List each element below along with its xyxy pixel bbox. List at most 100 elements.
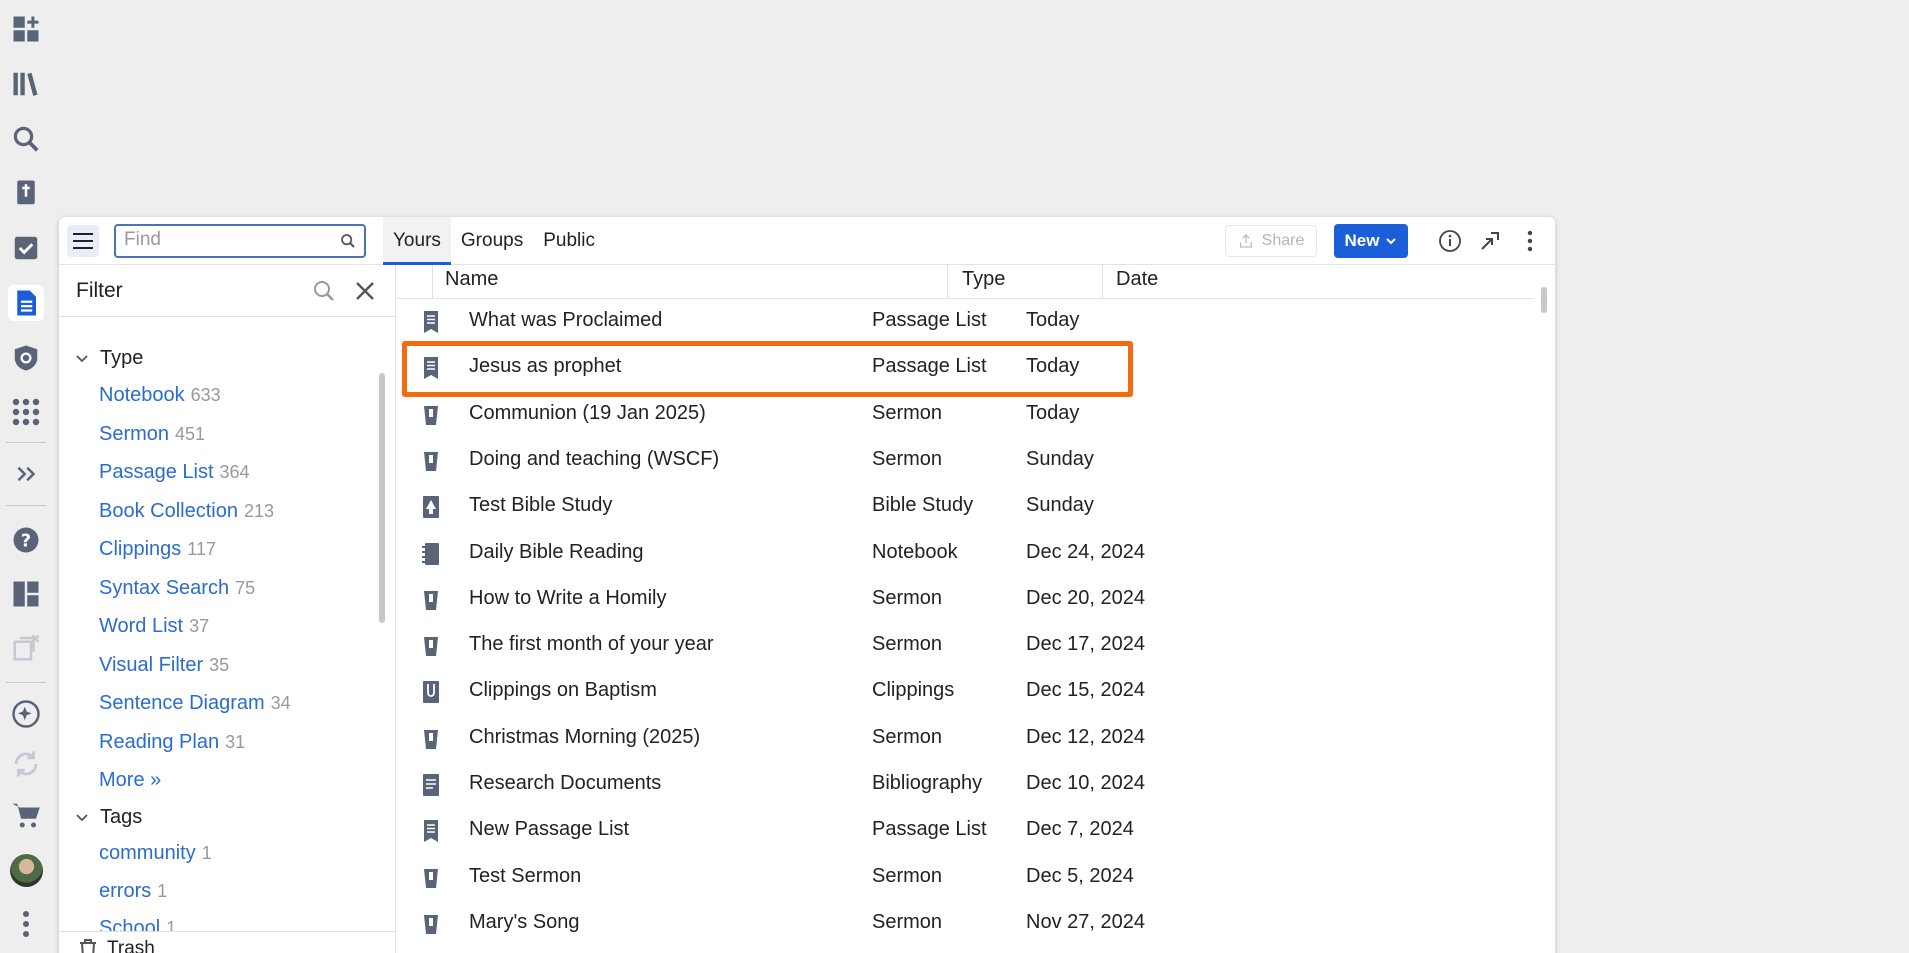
passage-list-icon xyxy=(424,311,438,333)
filter-item-label: Passage List xyxy=(99,461,214,483)
filter-footer: Trash xyxy=(59,931,395,953)
close-icon[interactable] xyxy=(353,279,377,303)
table-row[interactable]: The first month of your year Sermon Dec 17… xyxy=(397,623,1534,669)
filter-item-visual-filter[interactable]: Visual Filter 35 xyxy=(99,654,229,677)
filter-item-reading-plan[interactable]: Reading Plan 31 xyxy=(99,731,245,754)
avatar[interactable] xyxy=(10,854,43,887)
column-date-header[interactable]: Date xyxy=(1116,268,1158,291)
send-to-icon[interactable] xyxy=(1475,226,1505,256)
library-icon[interactable] xyxy=(8,66,44,102)
filter-item-label: Visual Filter xyxy=(99,654,204,676)
row-date: Today xyxy=(1026,401,1080,424)
list-scrollbar[interactable] xyxy=(1541,287,1547,313)
row-type: Sermon xyxy=(872,633,943,656)
row-type: Sermon xyxy=(872,401,943,424)
expand-icon[interactable] xyxy=(8,456,44,492)
bible-icon[interactable] xyxy=(8,175,44,211)
tag-item-community[interactable]: community 1 xyxy=(99,842,212,865)
filter-item-count: 34 xyxy=(270,693,291,713)
new-button[interactable]: New xyxy=(1334,224,1408,258)
sermon-icon xyxy=(424,914,438,934)
row-type: Sermon xyxy=(872,864,943,887)
filter-item-syntax-search[interactable]: Syntax Search 75 xyxy=(99,577,255,600)
table-row[interactable]: Christmas Morning (2025) Sermon Dec 12, 20… xyxy=(397,716,1534,762)
filter-scrollbar[interactable] xyxy=(379,373,385,623)
filter-item-count: 37 xyxy=(189,616,210,636)
help-icon[interactable]: ? xyxy=(8,522,44,558)
tab-yours[interactable]: Yours xyxy=(383,217,451,265)
column-name-header[interactable]: Name xyxy=(445,268,498,291)
panel-menu-icon[interactable] xyxy=(1515,226,1545,256)
trash-item[interactable]: Trash xyxy=(79,938,155,953)
menu-button[interactable] xyxy=(67,225,99,257)
toolbar: Yours Groups Public Share New xyxy=(59,217,1555,265)
column-type-header[interactable]: Type xyxy=(962,268,1005,291)
tags-section-label: Tags xyxy=(100,806,143,828)
row-name: How to Write a Homily xyxy=(469,586,667,609)
tags-section-header[interactable]: Tags xyxy=(76,806,142,829)
row-type: Passage List xyxy=(872,818,987,841)
filter-title: Filter xyxy=(76,279,123,302)
list-header: Name Type Date xyxy=(397,265,1534,299)
table-row[interactable]: What was Proclaimed Passage List Today xyxy=(397,299,1534,345)
more-vertical-icon[interactable] xyxy=(8,906,44,942)
row-type: Sermon xyxy=(872,586,943,609)
tag-item-errors[interactable]: errors 1 xyxy=(99,880,167,903)
filter-item-sermon[interactable]: Sermon 451 xyxy=(99,423,205,446)
table-row[interactable]: Test Sermon Sermon Dec 5, 2024 xyxy=(397,855,1534,901)
info-icon[interactable] xyxy=(1435,226,1465,256)
table-row[interactable]: Jesus as prophet Passage List Today xyxy=(397,345,1534,391)
find-input[interactable] xyxy=(124,226,324,254)
filter-item-book-collection[interactable]: Book Collection 213 xyxy=(99,500,274,523)
filter-item-clippings[interactable]: Clippings 117 xyxy=(99,538,216,561)
row-date: Dec 24, 2024 xyxy=(1026,540,1145,563)
table-row[interactable]: Doing and teaching (WSCF) Sermon Sunday xyxy=(397,438,1534,484)
cart-icon[interactable] xyxy=(8,797,44,833)
table-row[interactable]: Mary's Song Sermon Nov 27, 2024 xyxy=(397,901,1534,947)
table-row[interactable]: Communion (19 Jan 2025) Sermon Today xyxy=(397,392,1534,438)
table-row[interactable]: Clippings on Baptism Clippings Dec 15, 202… xyxy=(397,669,1534,715)
table-row[interactable]: New Passage List Passage List Dec 7, 2024 xyxy=(397,808,1534,854)
row-type: Sermon xyxy=(872,447,943,470)
table-row[interactable]: Test Bible Study Bible Study Sunday xyxy=(397,484,1534,530)
type-section-header[interactable]: Type xyxy=(76,347,143,370)
row-name: Doing and teaching (WSCF) xyxy=(469,447,720,470)
tab-public[interactable]: Public xyxy=(533,217,605,265)
documents-icon[interactable] xyxy=(8,285,44,321)
layouts-icon[interactable] xyxy=(8,576,44,612)
ai-spark-icon[interactable] xyxy=(8,696,44,732)
table-row[interactable]: Research Documents Bibliography Dec 10, 20… xyxy=(397,762,1534,808)
filter-item-label: Word List xyxy=(99,615,184,637)
filter-item-count: 633 xyxy=(190,385,221,405)
dashboard-add-icon[interactable] xyxy=(8,11,44,47)
filter-item-word-list[interactable]: Word List 37 xyxy=(99,615,209,638)
row-date: Dec 17, 2024 xyxy=(1026,633,1145,656)
share-button[interactable]: Share xyxy=(1225,225,1317,257)
filter-item-notebook[interactable]: Notebook 633 xyxy=(99,384,221,407)
row-type: Sermon xyxy=(872,725,943,748)
more-link[interactable]: More » xyxy=(99,769,161,792)
row-date: Dec 5, 2024 xyxy=(1026,864,1134,887)
search-icon[interactable] xyxy=(8,121,44,157)
copy-close-icon[interactable] xyxy=(8,630,44,666)
tag-item-label: community xyxy=(99,842,196,864)
table-row[interactable]: Daily Bible Reading Notebook Dec 24, 2024 xyxy=(397,531,1534,577)
share-icon xyxy=(1239,234,1252,248)
tag-item-count: 1 xyxy=(157,881,168,901)
shield-icon[interactable] xyxy=(8,340,44,376)
chevron-down-icon xyxy=(76,354,88,362)
table-row[interactable]: How to Write a Homily Sermon Dec 20, 2024 xyxy=(397,577,1534,623)
clippings-icon xyxy=(423,681,439,704)
row-name: New Passage List xyxy=(469,818,630,841)
search-icon[interactable] xyxy=(340,233,356,249)
row-date: Nov 27, 2024 xyxy=(1026,910,1145,933)
row-name: Mary's Song xyxy=(469,910,580,933)
filter-search-icon[interactable] xyxy=(312,279,336,303)
filter-item-passage-list[interactable]: Passage List 364 xyxy=(99,461,250,484)
sync-icon[interactable] xyxy=(8,746,44,782)
tab-groups[interactable]: Groups xyxy=(451,217,533,265)
checklist-icon[interactable] xyxy=(8,230,44,266)
tag-item-count: 1 xyxy=(201,843,212,863)
apps-grid-icon[interactable] xyxy=(8,394,44,430)
filter-item-sentence-diagram[interactable]: Sentence Diagram 34 xyxy=(99,692,291,715)
